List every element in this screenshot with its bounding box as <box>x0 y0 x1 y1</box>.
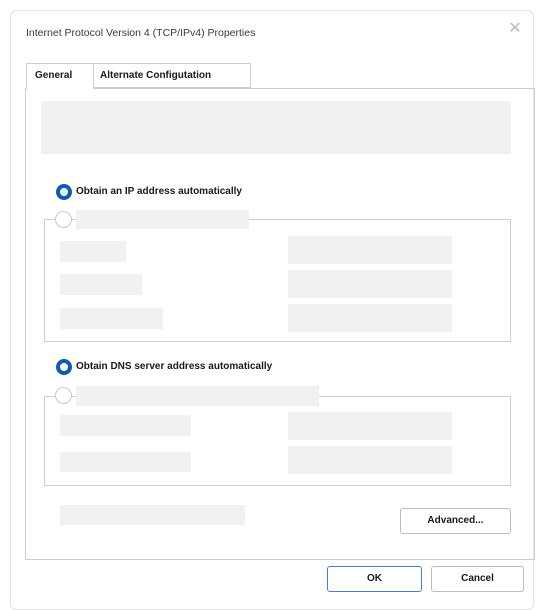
ip-address-label-placeholder <box>60 241 126 262</box>
subnet-mask-label-placeholder <box>60 274 142 295</box>
ip-manual-radio[interactable] <box>55 211 72 228</box>
alternate-dns-field-placeholder[interactable] <box>288 446 452 474</box>
ip-manual-label-placeholder <box>76 210 249 229</box>
cancel-button[interactable]: Cancel <box>431 566 524 592</box>
preferred-dns-field-placeholder[interactable] <box>288 412 452 440</box>
alternate-dns-label-placeholder <box>60 452 191 472</box>
ip-auto-label: Obtain an IP address automatically <box>76 186 242 197</box>
default-gateway-label-placeholder <box>60 308 163 329</box>
tab-alternate-configuration[interactable]: Alternate Configutation <box>93 63 251 88</box>
ok-button[interactable]: OK <box>327 566 422 592</box>
advanced-button[interactable]: Advanced... <box>400 508 511 534</box>
dns-auto-label: Obtain DNS server address automatically <box>76 361 273 372</box>
subnet-mask-field-placeholder[interactable] <box>288 270 452 298</box>
dialog-title: Internet Protocol Version 4 (TCP/IPv4) P… <box>26 27 256 39</box>
ip-address-field-placeholder[interactable] <box>288 236 452 264</box>
preferred-dns-label-placeholder <box>60 415 191 436</box>
dns-manual-label-placeholder <box>76 386 319 406</box>
description-placeholder <box>41 101 511 154</box>
validate-on-exit-placeholder <box>60 505 245 525</box>
ipv4-properties-dialog: Internet Protocol Version 4 (TCP/IPv4) P… <box>10 10 535 610</box>
close-icon[interactable]: ✕ <box>507 21 523 37</box>
tab-general[interactable]: General <box>26 63 94 89</box>
dns-manual-radio[interactable] <box>55 387 72 404</box>
default-gateway-field-placeholder[interactable] <box>288 304 452 332</box>
dns-auto-radio[interactable] <box>56 359 72 375</box>
ip-auto-radio[interactable] <box>56 184 72 200</box>
